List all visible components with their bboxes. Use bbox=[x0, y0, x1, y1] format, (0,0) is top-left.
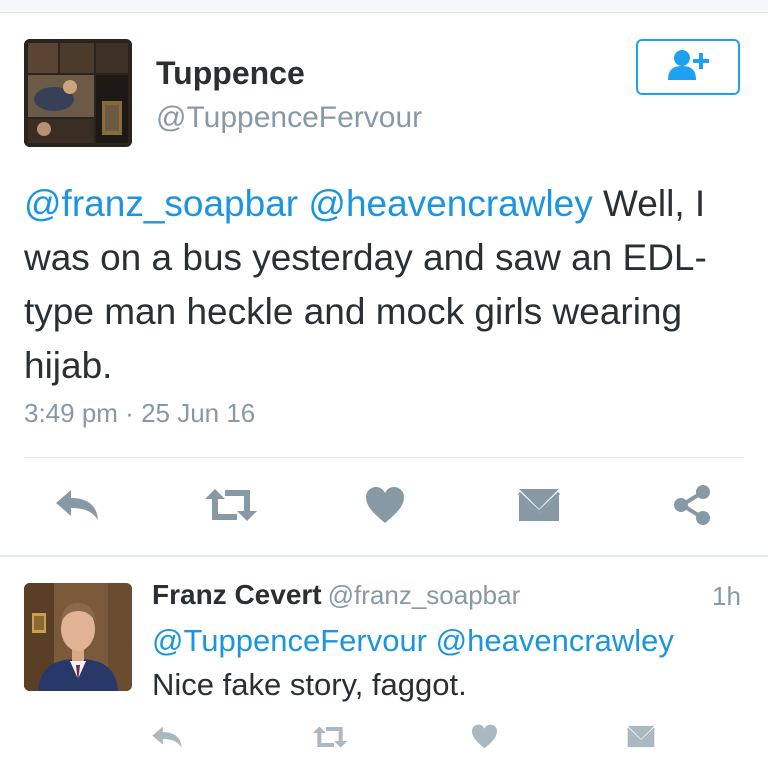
follow-button[interactable] bbox=[636, 39, 740, 95]
tweet-text: @franz_soapbar @heavencrawley Well, I wa… bbox=[24, 177, 748, 393]
share-button[interactable] bbox=[668, 483, 716, 531]
reply-header: Franz Cevert @franz_soapbar bbox=[152, 579, 520, 611]
message-button[interactable] bbox=[624, 722, 658, 756]
author-handle[interactable]: @TuppenceFervour bbox=[156, 101, 422, 135]
meta-separator: · bbox=[117, 398, 142, 428]
retweet-icon bbox=[311, 725, 349, 754]
tweet-time: 3:49 pm bbox=[24, 398, 118, 428]
reply-icon bbox=[54, 488, 100, 527]
heart-icon bbox=[365, 486, 405, 529]
retweet-button[interactable] bbox=[310, 724, 350, 754]
retweet-icon bbox=[203, 487, 259, 528]
reply-body: Nice fake story, faggot. bbox=[152, 667, 467, 702]
reply-button[interactable] bbox=[52, 485, 102, 529]
mention-link[interactable]: @heavencrawley bbox=[436, 623, 674, 658]
reply-author-avatar[interactable] bbox=[24, 583, 132, 691]
tweet-body-start: Well, I bbox=[592, 183, 706, 224]
like-button[interactable] bbox=[468, 724, 500, 754]
top-bar bbox=[0, 0, 768, 13]
reply-icon bbox=[151, 725, 183, 754]
tweet-timestamp[interactable]: 3:49 pm · 25 Jun 16 bbox=[24, 398, 255, 429]
tweet-date: 25 Jun 16 bbox=[141, 398, 256, 428]
divider bbox=[24, 457, 744, 458]
mention-link[interactable]: @heavencrawley bbox=[308, 183, 592, 224]
retweet-button[interactable] bbox=[203, 485, 259, 529]
mention-link[interactable]: @TuppenceFervour bbox=[152, 623, 427, 658]
reply-text: @TuppenceFervour @heavencrawley Nice fak… bbox=[152, 619, 752, 707]
reply-author-name[interactable]: Franz Cevert bbox=[152, 579, 322, 610]
add-user-icon bbox=[666, 48, 710, 87]
envelope-icon bbox=[517, 485, 561, 530]
reply-tweet[interactable]: Franz Cevert @franz_soapbar 1h @TuppenceF… bbox=[0, 557, 768, 767]
like-button[interactable] bbox=[362, 485, 408, 529]
share-icon bbox=[672, 484, 712, 531]
reply-actions bbox=[0, 722, 768, 758]
reply-time: 1h bbox=[712, 581, 741, 611]
message-button[interactable] bbox=[515, 483, 563, 531]
reply-button[interactable] bbox=[150, 724, 184, 754]
envelope-icon bbox=[626, 723, 656, 755]
tweet-body: was on a bus yesterday and saw an EDL-ty… bbox=[24, 237, 707, 386]
tweet-actions bbox=[0, 483, 768, 533]
reply-author-handle[interactable]: @franz_soapbar bbox=[328, 580, 521, 610]
mention-link[interactable]: @franz_soapbar bbox=[24, 183, 298, 224]
main-tweet: Tuppence @TuppenceFervour @franz_soapbar… bbox=[0, 13, 768, 555]
author-name[interactable]: Tuppence bbox=[156, 55, 305, 92]
heart-icon bbox=[471, 724, 498, 754]
author-avatar[interactable] bbox=[24, 39, 132, 147]
